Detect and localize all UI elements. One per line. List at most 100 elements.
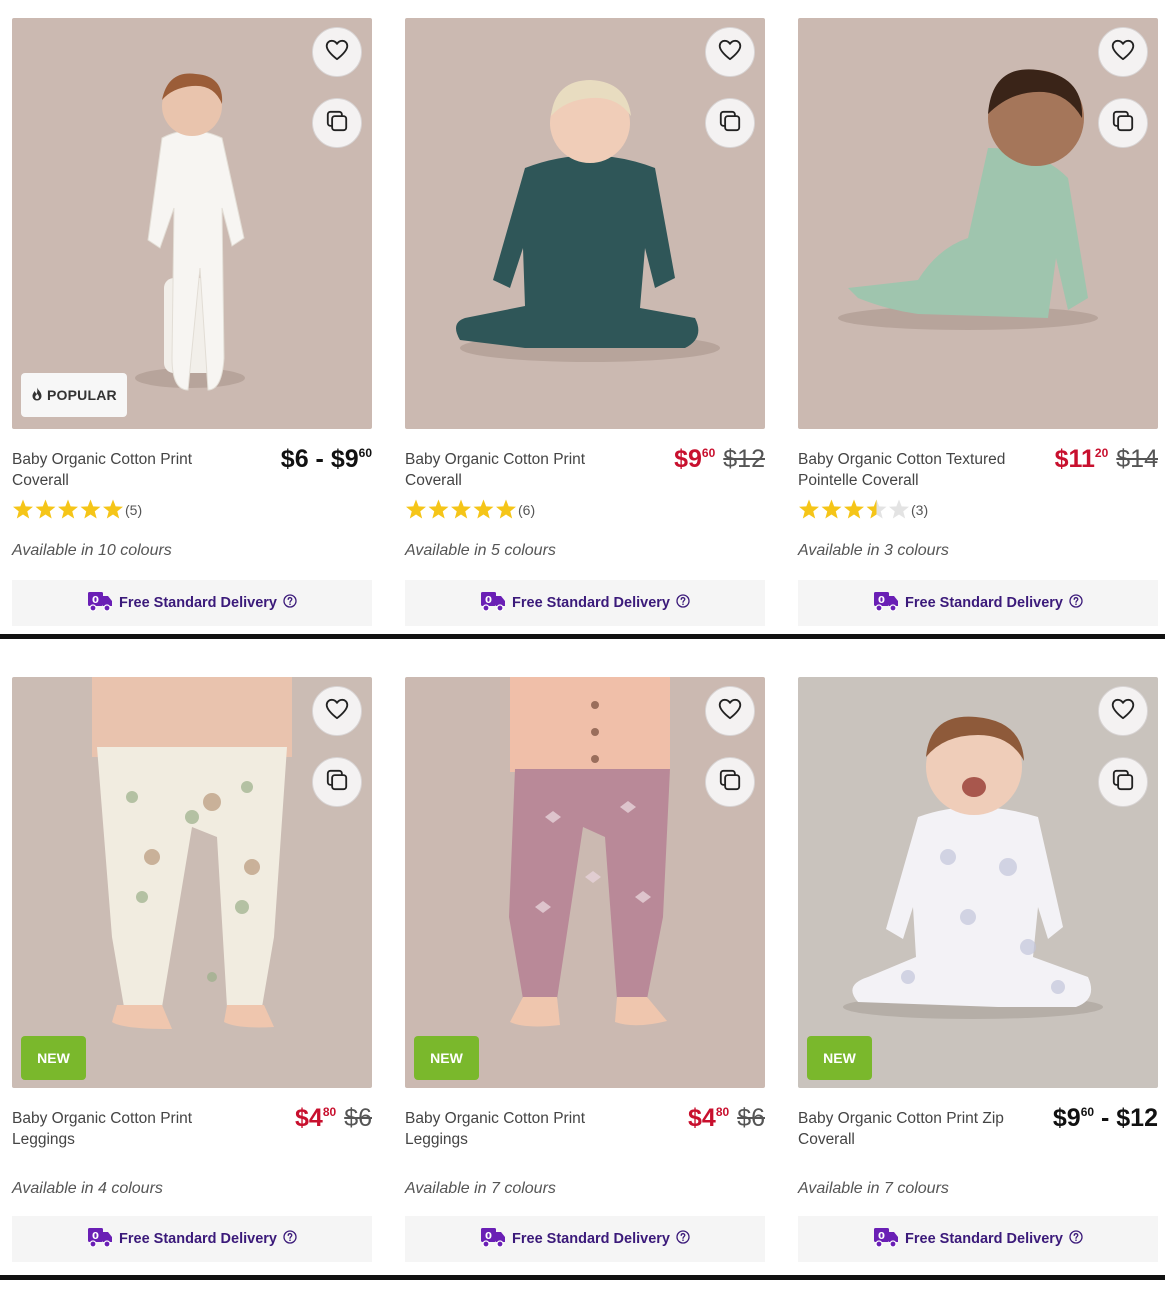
- question-circle-icon[interactable]: [1069, 594, 1083, 612]
- review-count: (5): [125, 502, 143, 518]
- rating-star-icon: [821, 499, 842, 519]
- rating[interactable]: (3): [798, 499, 928, 521]
- original-price: $14: [1116, 445, 1158, 473]
- free-delivery-banner[interactable]: 0 Free Standard Delivery: [798, 1216, 1158, 1262]
- product-card[interactable]: POPULAR Baby Organic Cotton Print Covera…: [12, 18, 372, 628]
- price: $480 $6: [295, 1104, 372, 1133]
- product-card[interactable]: NEW Baby Organic Cotton Print Zip Covera…: [798, 677, 1158, 1287]
- product-card[interactable]: Baby Organic Cotton Textured Pointelle C…: [798, 18, 1158, 628]
- rating[interactable]: (5): [12, 499, 142, 521]
- wishlist-button[interactable]: [1098, 686, 1148, 736]
- question-circle-icon[interactable]: [283, 594, 297, 612]
- svg-text:0: 0: [92, 595, 99, 606]
- rating-star-icon: [428, 499, 449, 519]
- sale-price: $480: [688, 1104, 730, 1132]
- rating-star-icon: [80, 499, 101, 519]
- wishlist-button[interactable]: [312, 27, 362, 77]
- price-range: $960 - $12: [1052, 1104, 1158, 1132]
- delivery-label: Free Standard Delivery: [905, 1231, 1063, 1247]
- product-photo: [798, 18, 1158, 429]
- truck-icon: 0: [87, 590, 113, 616]
- free-delivery-banner[interactable]: 0 Free Standard Delivery: [405, 580, 765, 626]
- product-card[interactable]: NEW Baby Organic Cotton Print Leggings $…: [405, 677, 765, 1287]
- quick-view-button[interactable]: [705, 757, 755, 807]
- copy-squares-icon: [324, 108, 350, 139]
- row-divider: [0, 1275, 1165, 1280]
- rating-star-icon: [866, 499, 887, 519]
- quick-view-button[interactable]: [1098, 757, 1148, 807]
- truck-icon: 0: [480, 590, 506, 616]
- sale-price: $960: [674, 445, 716, 473]
- quick-view-button[interactable]: [1098, 98, 1148, 148]
- question-circle-icon[interactable]: [676, 594, 690, 612]
- quick-view-button[interactable]: [312, 757, 362, 807]
- new-badge: NEW: [21, 1036, 86, 1080]
- product-title[interactable]: Baby Organic Cotton Print Coverall: [405, 449, 625, 491]
- sale-price: $1120: [1054, 445, 1109, 473]
- question-circle-icon[interactable]: [1069, 1230, 1083, 1248]
- question-circle-icon[interactable]: [676, 1230, 690, 1248]
- truck-icon: 0: [480, 1226, 506, 1252]
- new-badge: NEW: [414, 1036, 479, 1080]
- heart-icon: [324, 696, 350, 727]
- svg-text:0: 0: [878, 1231, 885, 1242]
- truck-icon: 0: [873, 590, 899, 616]
- original-price: $6: [344, 1104, 372, 1132]
- product-title[interactable]: Baby Organic Cotton Print Coverall: [12, 449, 232, 491]
- product-photo: [12, 677, 372, 1088]
- rating-star-icon: [103, 499, 123, 519]
- product-image[interactable]: [798, 18, 1158, 429]
- original-price: $6: [737, 1104, 765, 1132]
- product-card[interactable]: Baby Organic Cotton Print Coverall $960 $…: [405, 18, 765, 628]
- wishlist-button[interactable]: [705, 686, 755, 736]
- sale-price: $480: [295, 1104, 337, 1132]
- free-delivery-banner[interactable]: 0 Free Standard Delivery: [798, 580, 1158, 626]
- colour-availability: Available in 7 colours: [405, 1180, 556, 1197]
- product-image[interactable]: NEW: [405, 677, 765, 1088]
- new-badge: NEW: [807, 1036, 872, 1080]
- price-range: $6 - $960: [280, 445, 372, 473]
- product-image[interactable]: POPULAR: [12, 18, 372, 429]
- product-title[interactable]: Baby Organic Cotton Print Leggings: [12, 1108, 232, 1150]
- delivery-label: Free Standard Delivery: [905, 595, 1063, 611]
- rating[interactable]: (6): [405, 499, 535, 521]
- product-photo: [405, 18, 765, 429]
- free-delivery-banner[interactable]: 0 Free Standard Delivery: [12, 580, 372, 626]
- product-card[interactable]: NEW Baby Organic Cotton Print Leggings $…: [12, 677, 372, 1287]
- question-circle-icon[interactable]: [283, 1230, 297, 1248]
- delivery-label: Free Standard Delivery: [512, 595, 670, 611]
- copy-squares-icon: [324, 767, 350, 798]
- colour-availability: Available in 10 colours: [12, 542, 172, 559]
- svg-text:0: 0: [485, 1231, 492, 1242]
- rating-star-icon: [406, 499, 426, 519]
- quick-view-button[interactable]: [705, 98, 755, 148]
- wishlist-button[interactable]: [312, 686, 362, 736]
- free-delivery-banner[interactable]: 0 Free Standard Delivery: [405, 1216, 765, 1262]
- review-count: (6): [518, 502, 536, 518]
- svg-text:0: 0: [878, 595, 885, 606]
- delivery-label: Free Standard Delivery: [119, 1231, 277, 1247]
- product-image[interactable]: [405, 18, 765, 429]
- copy-squares-icon: [717, 108, 743, 139]
- row-divider: [0, 634, 1165, 639]
- wishlist-button[interactable]: [705, 27, 755, 77]
- svg-text:0: 0: [485, 595, 492, 606]
- product-photo: [798, 677, 1158, 1088]
- price: $960 $12: [674, 445, 765, 474]
- heart-icon: [1110, 696, 1136, 727]
- price: $1120 $14: [1055, 445, 1158, 474]
- colour-availability: Available in 4 colours: [12, 1180, 163, 1197]
- copy-squares-icon: [1110, 108, 1136, 139]
- product-title[interactable]: Baby Organic Cotton Print Zip Coverall: [798, 1108, 1018, 1150]
- quick-view-button[interactable]: [312, 98, 362, 148]
- rating-star-icon: [473, 499, 494, 519]
- product-title[interactable]: Baby Organic Cotton Print Leggings: [405, 1108, 625, 1150]
- free-delivery-banner[interactable]: 0 Free Standard Delivery: [12, 1216, 372, 1262]
- review-count: (3): [911, 502, 929, 518]
- product-row-1: POPULAR Baby Organic Cotton Print Covera…: [0, 0, 1165, 660]
- original-price: $12: [723, 445, 765, 473]
- product-title[interactable]: Baby Organic Cotton Textured Pointelle C…: [798, 449, 1018, 491]
- wishlist-button[interactable]: [1098, 27, 1148, 77]
- product-image[interactable]: NEW: [12, 677, 372, 1088]
- product-image[interactable]: NEW: [798, 677, 1158, 1088]
